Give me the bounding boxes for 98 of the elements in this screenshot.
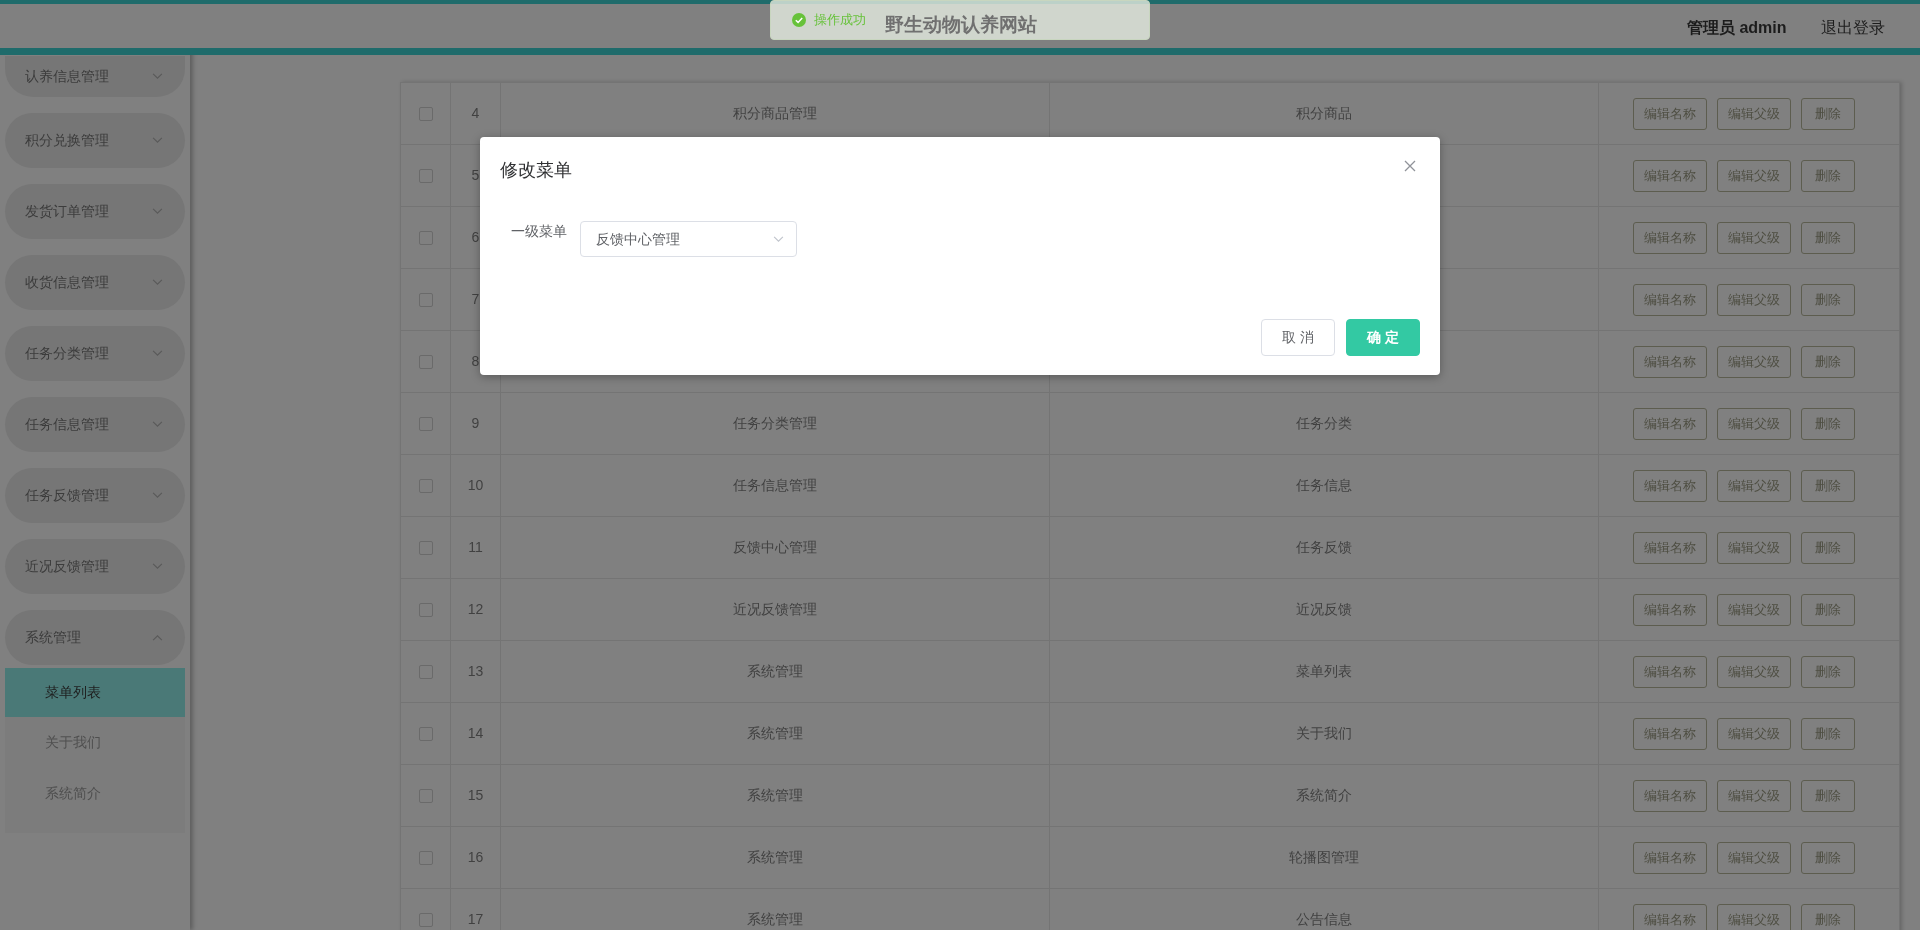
delete-button[interactable]: 删除 [1801,407,1855,440]
parent-menu-cell-text: 任务信息管理 [733,476,817,495]
site-title: 野生动物认养网站 [885,13,1037,37]
index-cell-text: 11 [468,538,483,557]
edit-button[interactable]: 编辑父级 [1717,903,1791,930]
menu-name-cell-text: 系统简介 [1296,786,1352,805]
chevron-down-icon [152,350,163,357]
edit-button[interactable]: 编辑名称 [1633,159,1707,192]
chevron-down-icon [773,235,784,243]
edit-button[interactable]: 编辑父级 [1717,97,1791,130]
check-circle-icon [792,13,806,27]
index-cell-text: 8 [471,352,480,371]
menu-name-cell-text: 近况反馈 [1296,600,1352,619]
edit-button[interactable]: 编辑父级 [1717,779,1791,812]
delete-button[interactable]: 删除 [1801,469,1855,502]
delete-button[interactable]: 删除 [1801,221,1855,254]
parent-menu-cell-text: 系统管理 [747,910,803,929]
menu-name-cell-text: 菜单列表 [1296,662,1352,681]
edit-button[interactable]: 编辑父级 [1717,717,1791,750]
edit-button[interactable]: 编辑名称 [1633,903,1707,930]
toast-text: 操作成功 [814,11,866,30]
edit-button[interactable]: 编辑名称 [1633,593,1707,626]
delete-button[interactable]: 删除 [1801,97,1855,130]
edit-button[interactable]: 编辑名称 [1633,655,1707,688]
delete-button[interactable]: 删除 [1801,159,1855,192]
edit-button[interactable]: 编辑父级 [1717,469,1791,502]
chevron-up-icon [152,634,163,641]
edit-button[interactable]: 编辑父级 [1717,345,1791,378]
index-cell-text: 9 [471,414,480,433]
delete-button[interactable]: 删除 [1801,593,1855,626]
edit-button[interactable]: 编辑父级 [1717,593,1791,626]
index-cell-text: 13 [467,662,484,681]
edit-button[interactable]: 编辑名称 [1633,717,1707,750]
submenu-item[interactable]: 菜单列表 [5,668,185,717]
parent-menu-cell-text: 任务分类管理 [733,414,817,433]
chevron-down-icon [152,421,163,428]
delete-button[interactable]: 删除 [1801,531,1855,564]
delete-button[interactable]: 删除 [1801,903,1855,930]
chevron-down-icon [152,492,163,499]
chevron-down-icon [152,208,163,215]
menu-name-cell-text: 积分商品 [1296,104,1352,123]
edit-button[interactable]: 编辑名称 [1633,469,1707,502]
cancel-button[interactable]: 取消 [1261,319,1335,356]
edit-button[interactable]: 编辑名称 [1633,779,1707,812]
edit-button[interactable]: 编辑名称 [1633,841,1707,874]
delete-button[interactable]: 删除 [1801,841,1855,874]
edit-button[interactable]: 编辑父级 [1717,159,1791,192]
edit-button[interactable]: 编辑名称 [1633,283,1707,316]
delete-button[interactable]: 删除 [1801,345,1855,378]
chevron-down-icon [152,563,163,570]
parent-menu-cell-text: 系统管理 [747,786,803,805]
edit-button[interactable]: 编辑父级 [1717,531,1791,564]
dialog-title: 修改菜单 [500,159,572,182]
chevron-down-icon [152,279,163,286]
parent-menu-cell-text: 反馈中心管理 [733,538,817,557]
delete-button[interactable]: 删除 [1801,779,1855,812]
edit-button[interactable]: 编辑名称 [1633,221,1707,254]
confirm-button[interactable]: 确定 [1346,319,1420,356]
index-cell-text: 17 [467,910,484,929]
index-cell-text: 7 [471,290,480,309]
edit-button[interactable]: 编辑名称 [1633,345,1707,378]
admin-user-label: 管理员 admin [1687,18,1787,38]
index-cell-text: 5 [471,166,480,185]
chevron-down-icon [152,73,163,80]
edit-button[interactable]: 编辑父级 [1717,841,1791,874]
menu-name-cell-text: 任务分类 [1296,414,1352,433]
edit-button[interactable]: 编辑父级 [1717,283,1791,316]
logout-link[interactable]: 退出登录 [1821,16,1885,40]
delete-button[interactable]: 删除 [1801,283,1855,316]
field-label: 一级菜单 [511,222,567,241]
index-cell-text: 6 [471,228,480,247]
parent-menu-cell-text: 系统管理 [747,848,803,867]
index-cell-text: 14 [467,724,484,743]
edit-button[interactable]: 编辑名称 [1633,407,1707,440]
index-cell-text: 15 [467,786,484,805]
close-button[interactable] [1404,159,1418,173]
edit-button[interactable]: 编辑父级 [1717,655,1791,688]
edit-button[interactable]: 编辑父级 [1717,407,1791,440]
parent-menu-cell-text: 系统管理 [747,724,803,743]
menu-name-cell-text: 任务反馈 [1296,538,1352,557]
menu-name-cell-text: 公告信息 [1296,910,1352,929]
menu-name-cell-text: 任务信息 [1296,476,1352,495]
edit-button[interactable]: 编辑父级 [1717,221,1791,254]
parent-menu-select[interactable]: 反馈中心管理 [580,221,797,257]
parent-menu-cell-text: 积分商品管理 [733,104,817,123]
parent-menu-cell-text: 近况反馈管理 [733,600,817,619]
parent-menu-cell-text: 系统管理 [747,662,803,681]
close-icon [1404,160,1416,172]
index-cell-text: 4 [471,104,480,123]
delete-button[interactable]: 删除 [1801,717,1855,750]
menu-name-cell-text: 轮播图管理 [1289,848,1359,867]
index-cell-text: 12 [467,600,484,619]
chevron-down-icon [152,137,163,144]
index-cell-text: 16 [467,848,484,867]
edit-button[interactable]: 编辑名称 [1633,97,1707,130]
edit-button[interactable]: 编辑名称 [1633,531,1707,564]
index-cell-text: 10 [467,476,484,495]
delete-button[interactable]: 删除 [1801,655,1855,688]
